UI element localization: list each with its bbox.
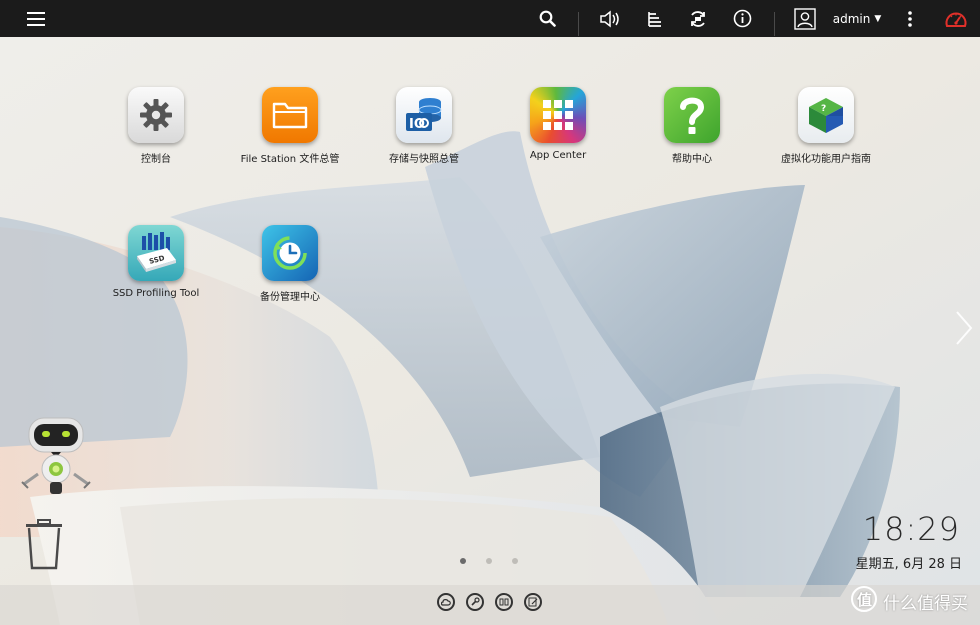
desktop-app-control-panel[interactable]: 控制台 [86,87,226,165]
desktop-app-virtualization-guide[interactable]: ? 虚拟化功能用户指南 [756,87,896,165]
watermark-text: 什么值得买 [883,594,968,614]
dashboard-gauge-icon[interactable] [942,0,970,37]
app-label: 虚拟化功能用户指南 [781,154,871,165]
svg-text:?: ? [821,104,826,114]
app-label: 帮助中心 [672,154,712,165]
desktop-app-storage-snapshots[interactable]: IO 存储与快照总管 [354,87,494,165]
page-dot-active[interactable] [460,558,466,564]
topbar-divider [578,12,579,36]
desktop-app-ssd-profiling-tool[interactable]: SSD SSD Profiling Tool [86,225,226,299]
hamburger-menu-icon[interactable] [22,0,50,37]
app-label: SSD Profiling Tool [112,288,200,299]
user-avatar-icon[interactable] [792,0,818,37]
dock-apps-icon[interactable] [495,593,513,611]
dock-cloud-icon[interactable] [437,593,455,611]
dock-tools-icon[interactable] [466,593,484,611]
page-dot[interactable] [512,558,518,564]
volume-icon[interactable] [597,0,623,37]
qboost-robot-assistant-icon[interactable] [20,416,92,498]
desktop-clock-time: 18:29 [862,510,960,548]
dock-notes-icon[interactable] [524,593,542,611]
desktop-app-help-center[interactable]: 帮助中心 [622,87,762,165]
watermark-logo-icon: 值 [851,586,877,617]
bottom-dock [437,593,542,611]
site-watermark: 值 什么值得买 [851,586,968,617]
control-panel-gear-icon [128,87,184,143]
desktop-app-backup-manager[interactable]: 备份管理中心 [220,225,360,303]
topbar-divider [774,12,775,36]
ssd-profiling-tool-icon: SSD [128,225,184,281]
background-tasks-icon[interactable] [642,0,668,37]
search-icon[interactable] [534,0,560,37]
top-bar: admin ▼ [0,0,980,37]
username-label: admin [832,11,871,26]
page-dot[interactable] [486,558,492,564]
external-device-sync-icon[interactable] [685,0,711,37]
app-label: 控制台 [141,154,171,165]
desktop-page-indicator [460,558,518,564]
app-label: App Center [529,150,587,161]
user-menu-button[interactable]: admin ▼ [830,0,884,37]
info-icon[interactable] [729,0,755,37]
recycle-bin-trash-icon[interactable] [24,519,64,571]
storage-snapshots-icon: IO [396,87,452,143]
app-label: File Station 文件总管 [240,154,340,165]
next-page-arrow-icon[interactable] [954,310,974,350]
help-center-question-icon [664,87,720,143]
app-label: 备份管理中心 [260,292,320,303]
chevron-down-icon: ▼ [874,13,882,24]
desktop-app-file-station[interactable]: File Station 文件总管 [220,87,360,165]
file-station-folder-icon [262,87,318,143]
virtualization-guide-cube-icon: ? [798,87,854,143]
desktop-clock-date: 星期五, 6月 28 日 [855,557,962,572]
app-center-grid-icon [530,87,586,143]
svg-text:值: 值 [857,591,872,609]
more-options-icon[interactable] [898,0,922,37]
backup-manager-clock-icon [262,225,318,281]
app-label: 存储与快照总管 [389,154,459,165]
desktop-app-app-center[interactable]: App Center [488,87,628,161]
